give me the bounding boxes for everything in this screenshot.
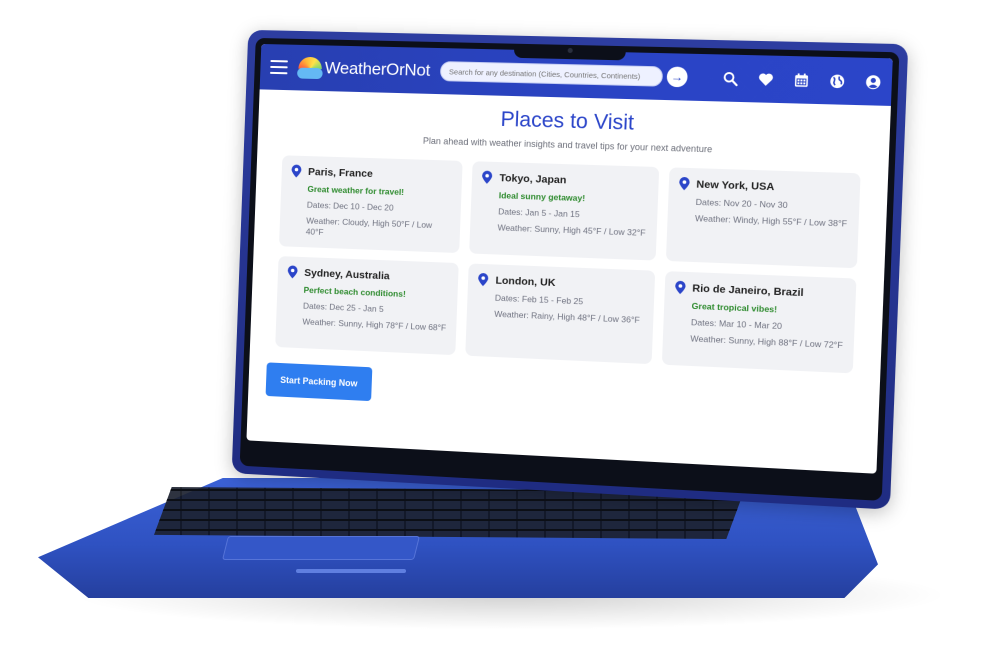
- main-content: Places to Visit Plan ahead with weather …: [250, 89, 891, 374]
- place-dates: Dates: Feb 15 - Feb 25: [494, 292, 584, 307]
- account-button[interactable]: [864, 73, 882, 90]
- place-card-paris[interactable]: Paris, France Great weather for travel! …: [278, 155, 464, 254]
- place-name: Sydney, Australia: [304, 266, 390, 282]
- location-pin-icon: [678, 176, 690, 191]
- calendar-button[interactable]: [792, 72, 809, 89]
- card-header: New York, USA: [678, 176, 850, 196]
- app-screen: WeatherOrNot →: [246, 43, 893, 474]
- start-packing-button[interactable]: Start Packing Now: [265, 362, 373, 402]
- app-logo[interactable]: WeatherOrNot: [297, 57, 431, 82]
- place-tag: Perfect beach conditions!: [303, 284, 406, 299]
- place-weather: Weather: Rainy, High 48°F / Low 36°F: [494, 308, 640, 325]
- card-header: London, UK: [478, 272, 644, 293]
- calendar-icon: [794, 72, 808, 87]
- search-button[interactable]: [721, 70, 738, 87]
- place-name: London, UK: [495, 274, 556, 289]
- rainbow-cloud-icon: [297, 57, 323, 79]
- place-weather: Weather: Sunny, High 78°F / Low 68°F: [302, 316, 447, 333]
- user-icon: [865, 74, 881, 89]
- card-header: Tokyo, Japan: [482, 170, 648, 189]
- location-pin-icon: [674, 280, 686, 295]
- location-pin-icon: [478, 272, 489, 287]
- place-tag: Great weather for travel!: [307, 183, 405, 198]
- place-card-new-york[interactable]: New York, USA Dates: Nov 20 - Nov 30 Wea…: [665, 167, 861, 269]
- place-dates: Dates: Dec 25 - Jan 5: [302, 300, 384, 315]
- place-weather: Weather: Windy, High 55°F / Low 38°F: [694, 213, 848, 229]
- screen-bezel: WeatherOrNot →: [239, 37, 900, 501]
- places-grid: Paris, France Great weather for travel! …: [267, 155, 869, 374]
- place-dates: Dates: Jan 5 - Jan 15: [497, 206, 580, 220]
- place-card-tokyo[interactable]: Tokyo, Japan Ideal sunny getaway! Dates:…: [469, 161, 659, 261]
- app-name: WeatherOrNot: [324, 58, 431, 80]
- menu-icon[interactable]: [269, 60, 288, 75]
- place-dates: Dates: Dec 10 - Dec 20: [306, 199, 394, 213]
- place-dates: Dates: Nov 20 - Nov 30: [695, 196, 788, 211]
- place-tag: Great tropical vibes!: [691, 300, 778, 315]
- laptop-mockup: WeatherOrNot →: [0, 0, 990, 647]
- place-name: Paris, France: [307, 165, 374, 180]
- place-dates: Dates: Mar 10 - Mar 20: [690, 317, 783, 332]
- place-weather: Weather: Sunny, High 45°F / Low 32°F: [497, 222, 646, 238]
- card-header: Sydney, Australia: [287, 265, 449, 284]
- place-card-sydney[interactable]: Sydney, Australia Perfect beach conditio…: [275, 256, 460, 356]
- search-bar: →: [439, 61, 688, 88]
- location-pin-icon: [291, 164, 302, 178]
- globe-button[interactable]: [828, 72, 846, 89]
- arrow-right-icon: →: [670, 69, 684, 85]
- navbar-actions: [721, 70, 881, 90]
- search-input[interactable]: [439, 61, 664, 87]
- place-card-london[interactable]: London, UK Dates: Feb 15 - Feb 25 Weathe…: [465, 263, 655, 365]
- laptop-lid-lip: [296, 569, 406, 573]
- laptop-trackpad: [222, 536, 420, 560]
- place-name: Tokyo, Japan: [499, 171, 567, 186]
- place-name: New York, USA: [696, 177, 775, 193]
- favorites-button[interactable]: [757, 71, 774, 88]
- laptop-lid: WeatherOrNot →: [231, 29, 909, 510]
- card-header: Rio de Janeiro, Brazil: [674, 280, 846, 301]
- card-header: Paris, France: [291, 164, 452, 182]
- search-submit-button[interactable]: →: [666, 66, 688, 88]
- location-pin-icon: [482, 170, 493, 184]
- place-card-rio[interactable]: Rio de Janeiro, Brazil Great tropical vi…: [661, 271, 857, 374]
- location-pin-icon: [287, 265, 298, 279]
- place-weather: Weather: Sunny, High 88°F / Low 72°F: [690, 333, 843, 351]
- place-tag: Ideal sunny getaway!: [498, 190, 586, 204]
- search-icon: [722, 70, 738, 86]
- place-name: Rio de Janeiro, Brazil: [692, 281, 804, 299]
- heart-icon: [758, 72, 773, 86]
- place-weather: Weather: Cloudy, High 50°F / Low 40°F: [305, 215, 433, 238]
- globe-icon: [829, 73, 845, 89]
